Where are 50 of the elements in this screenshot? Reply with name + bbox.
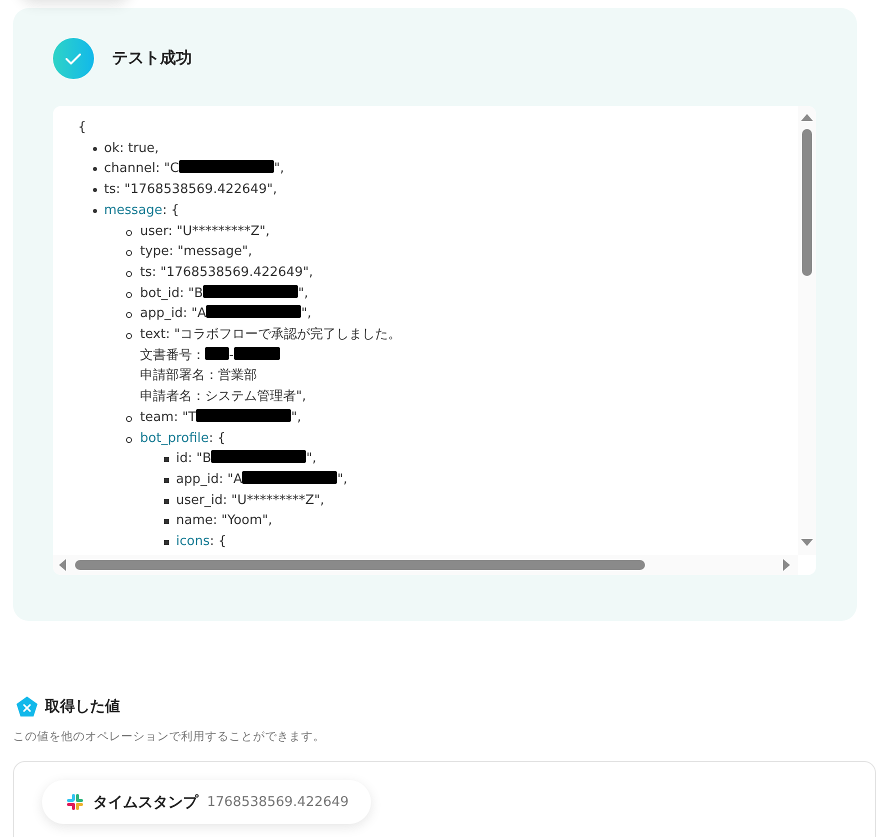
object-entry[interactable]: message: { bbox=[104, 202, 180, 218]
redaction-bar bbox=[205, 346, 229, 360]
bullet-icon bbox=[126, 230, 132, 236]
bullet-icon bbox=[93, 208, 97, 213]
bullet-icon bbox=[93, 188, 97, 192]
redaction-bar bbox=[234, 346, 280, 360]
field-entry: app_id: "A ", bbox=[140, 306, 312, 322]
bullet-icon bbox=[164, 498, 169, 504]
section-title: 取得した値 bbox=[45, 697, 120, 716]
scroll-thumb[interactable] bbox=[802, 129, 812, 276]
bullet-icon bbox=[126, 270, 132, 277]
result-title: テスト成功 bbox=[112, 48, 192, 69]
scroll-up-icon[interactable] bbox=[801, 114, 813, 121]
field-entry: ts: "1768538569.422649", bbox=[104, 182, 277, 198]
bullet-icon bbox=[93, 167, 97, 172]
bullet-icon bbox=[126, 250, 132, 256]
bullet-icon bbox=[126, 292, 132, 298]
bullet-icon bbox=[126, 436, 132, 443]
slack-icon bbox=[66, 793, 84, 811]
bullet-icon bbox=[93, 146, 97, 151]
bullet-icon bbox=[126, 416, 132, 422]
field-entry: ok: true, bbox=[104, 140, 159, 156]
object-entry[interactable]: bot_profile: { bbox=[140, 430, 226, 446]
bullet-icon bbox=[164, 478, 169, 483]
object-entry[interactable]: icons: { bbox=[176, 534, 227, 550]
scroll-down-icon[interactable] bbox=[801, 539, 813, 546]
bullet-icon bbox=[164, 540, 169, 546]
scroll-right-icon[interactable] bbox=[783, 559, 790, 571]
field-entry: type: "message", bbox=[140, 244, 252, 260]
vertical-scrollbar[interactable] bbox=[798, 106, 816, 555]
field-entry: user_id: "U*********Z", bbox=[176, 492, 324, 508]
bullet-icon bbox=[126, 333, 132, 340]
value-chip[interactable]: タイムスタンプ 1768538569.422649 bbox=[42, 780, 371, 824]
field-entry: team: "T ", bbox=[140, 410, 302, 425]
bullet-icon bbox=[164, 519, 169, 524]
field-entry: name: "Yoom", bbox=[176, 513, 272, 528]
variable-icon bbox=[16, 696, 38, 717]
horizontal-scrollbar[interactable] bbox=[53, 555, 798, 575]
field-entry: bot_id: "B ", bbox=[140, 286, 308, 301]
field-entry: ts: "1768538569.422649", bbox=[140, 264, 313, 280]
bullet-icon bbox=[164, 457, 169, 462]
field-entry: app_id: "A ", bbox=[176, 472, 348, 487]
field-entry: id: "B ", bbox=[176, 451, 316, 466]
scroll-thumb[interactable] bbox=[75, 560, 645, 570]
field-entry: channel: "C ", bbox=[104, 161, 284, 176]
field-entry: user: "U*********Z", bbox=[140, 224, 270, 239]
bullet-icon bbox=[126, 312, 132, 318]
section-description: この値を他のオペレーションで利用することができます。 bbox=[13, 729, 326, 744]
scroll-left-icon[interactable] bbox=[59, 559, 66, 571]
open-brace: { bbox=[78, 119, 86, 137]
